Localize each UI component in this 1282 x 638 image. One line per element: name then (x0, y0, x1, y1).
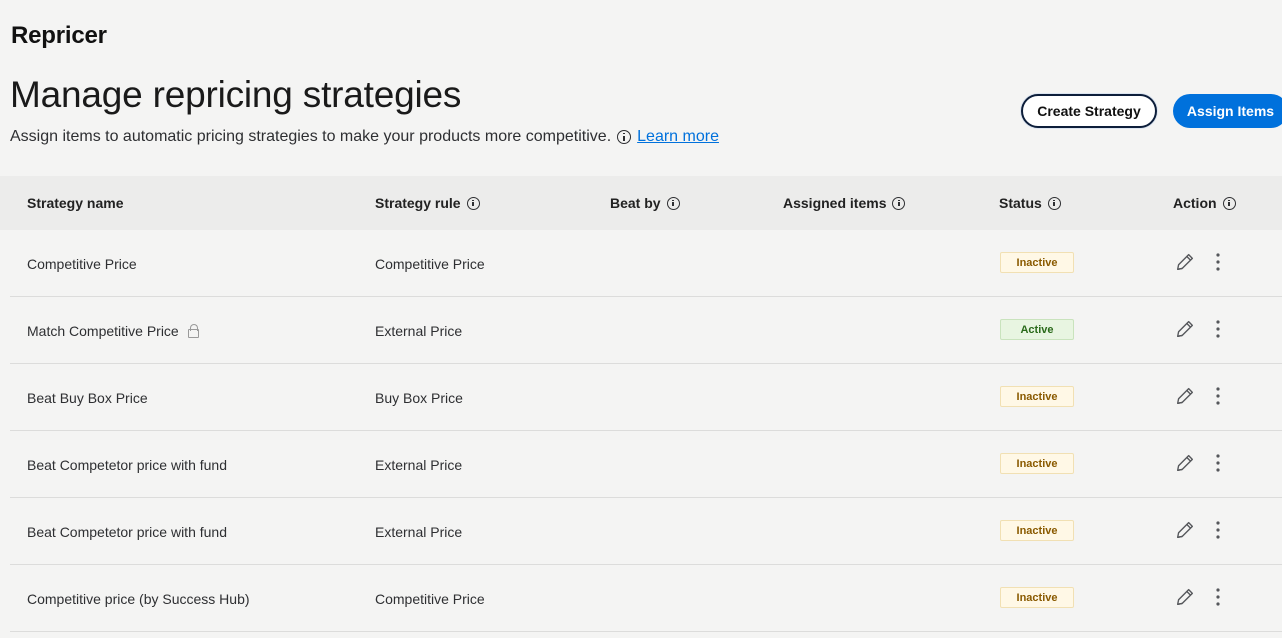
status-badge: Inactive (1000, 520, 1074, 541)
table-row[interactable]: Beat Competetor price with fund External … (0, 431, 1282, 498)
info-icon[interactable] (666, 196, 680, 210)
status-badge: Inactive (1000, 386, 1074, 407)
more-vertical-icon[interactable] (1211, 586, 1225, 608)
strategies-table: Strategy name Strategy rule Beat by Assi… (0, 176, 1282, 632)
pencil-icon[interactable] (1174, 452, 1196, 474)
column-header-action: Action (1173, 195, 1236, 211)
strategy-name-cell: Competitive Price (27, 256, 137, 272)
strategy-name: Beat Competetor price with fund (27, 524, 227, 540)
column-header-beat-by: Beat by (610, 195, 680, 211)
page-title: Manage repricing strategies (10, 74, 462, 115)
strategy-name-cell: Beat Competetor price with fund (27, 457, 227, 473)
pencil-icon[interactable] (1174, 519, 1196, 541)
column-label: Status (999, 195, 1042, 211)
status-badge: Active (1000, 319, 1074, 340)
table-row[interactable]: Competitive Price Competitive Price Inacti… (0, 230, 1282, 297)
more-vertical-icon[interactable] (1211, 251, 1225, 273)
strategy-name-cell: Beat Competetor price with fund (27, 524, 227, 540)
app-title: Repricer (11, 22, 107, 49)
strategy-rule-cell: Buy Box Price (375, 390, 463, 406)
column-header-status: Status (999, 195, 1061, 211)
column-label: Action (1173, 195, 1217, 211)
info-icon[interactable] (466, 196, 480, 210)
strategy-rule-cell: External Price (375, 457, 463, 473)
column-label: Assigned items (783, 195, 887, 211)
table-row[interactable]: Beat Competetor price with fund External … (0, 498, 1282, 565)
info-icon[interactable] (892, 196, 906, 210)
status-badge: Inactive (1000, 587, 1074, 608)
pencil-icon[interactable] (1174, 251, 1196, 273)
more-vertical-icon[interactable] (1211, 519, 1225, 541)
strategy-name-cell: Competitive price (by Success Hub) (27, 591, 250, 607)
info-icon[interactable] (1047, 196, 1061, 210)
strategy-name-cell: Match Competitive Price (27, 323, 199, 339)
strategy-name-cell: Beat Buy Box Price (27, 390, 148, 406)
column-label: Beat by (610, 195, 661, 211)
pencil-icon[interactable] (1174, 586, 1196, 608)
info-icon[interactable] (1222, 196, 1236, 210)
more-vertical-icon[interactable] (1211, 385, 1225, 407)
strategy-name: Match Competitive Price (27, 323, 179, 339)
pencil-icon[interactable] (1174, 318, 1196, 340)
create-strategy-button[interactable]: Create Strategy (1021, 94, 1157, 128)
strategy-name: Beat Buy Box Price (27, 390, 148, 406)
column-header-assigned-items: Assigned items (783, 195, 906, 211)
info-icon[interactable] (617, 130, 632, 144)
lock-icon (187, 323, 199, 338)
strategy-name: Beat Competetor price with fund (27, 457, 227, 473)
strategy-name: Competitive Price (27, 256, 137, 272)
strategy-rule-cell: External Price (375, 323, 463, 339)
strategy-rule-cell: Competitive Price (375, 591, 485, 607)
table-row[interactable]: Competitive price (by Success Hub) Compet… (0, 565, 1282, 632)
strategy-rule-cell: Competitive Price (375, 256, 485, 272)
column-header-strategy-rule: Strategy rule (375, 195, 480, 211)
status-badge: Inactive (1000, 453, 1074, 474)
more-vertical-icon[interactable] (1211, 452, 1225, 474)
status-badge: Inactive (1000, 252, 1074, 273)
column-header-strategy-name: Strategy name (27, 195, 123, 211)
strategy-name: Competitive price (by Success Hub) (27, 591, 250, 607)
table-header: Strategy name Strategy rule Beat by Assi… (0, 176, 1282, 230)
column-label: Strategy rule (375, 195, 461, 211)
table-row[interactable]: Beat Buy Box Price Buy Box Price Inactive (0, 364, 1282, 431)
subtitle-text: Assign items to automatic pricing strate… (10, 128, 612, 145)
pencil-icon[interactable] (1174, 385, 1196, 407)
column-label: Strategy name (27, 195, 124, 211)
row-divider (10, 631, 1282, 632)
page-subtitle: Assign items to automatic pricing strate… (10, 128, 719, 146)
assign-items-button[interactable]: Assign Items (1173, 94, 1282, 128)
strategy-rule-cell: External Price (375, 524, 463, 540)
more-vertical-icon[interactable] (1211, 318, 1225, 340)
learn-more-link[interactable]: Learn more (637, 128, 719, 146)
table-row[interactable]: Match Competitive Price External Price Act… (0, 297, 1282, 364)
